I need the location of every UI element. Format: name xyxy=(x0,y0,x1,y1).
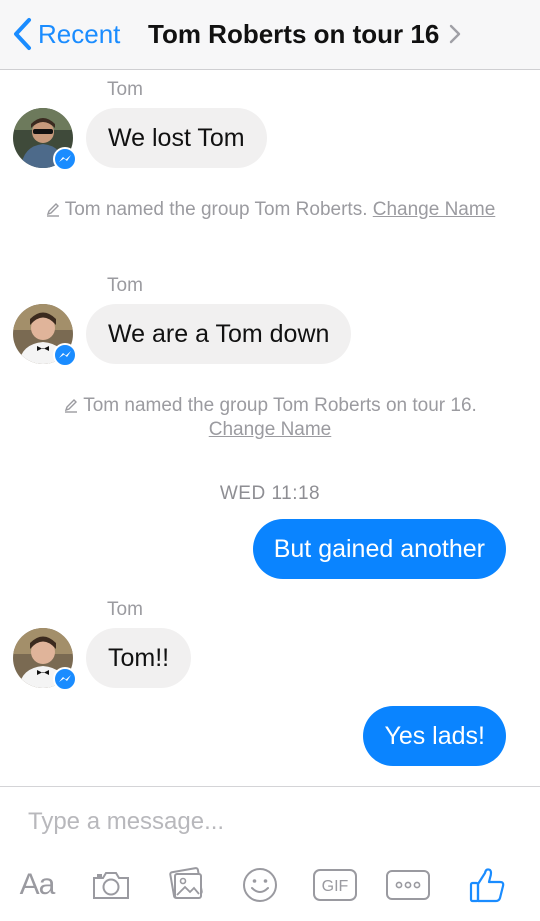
text-format-icon[interactable]: Aa xyxy=(14,862,60,908)
conversation-title: Tom Roberts on tour 16 xyxy=(148,18,440,49)
messenger-badge-icon xyxy=(53,667,77,691)
messenger-badge-icon xyxy=(53,147,77,171)
pencil-icon xyxy=(65,399,78,413)
chevron-left-icon xyxy=(14,18,31,50)
text-format-label: Aa xyxy=(19,868,56,901)
change-name-link[interactable]: Change Name xyxy=(209,419,332,440)
message-input[interactable] xyxy=(0,800,540,844)
message-timestamp: WED 11:18 xyxy=(219,483,321,504)
messenger-badge-icon xyxy=(53,343,77,367)
conversation-header: Recent Tom Roberts on tour 16 xyxy=(0,0,540,70)
back-button[interactable]: Recent xyxy=(12,14,120,54)
chevron-right-icon xyxy=(450,24,461,44)
system-message: Tom named the group Tom Roberts. Change … xyxy=(30,198,510,222)
incoming-message-bubble[interactable]: We are a Tom down xyxy=(86,304,352,364)
avatar[interactable] xyxy=(13,108,77,171)
back-label: Recent xyxy=(38,18,121,49)
change-name-link[interactable]: Change Name xyxy=(373,199,496,220)
conversation-title-button[interactable]: Tom Roberts on tour 16 xyxy=(148,14,461,54)
sender-name: Tom xyxy=(107,79,143,100)
gif-label: GIF xyxy=(322,878,349,895)
photo-gallery-icon[interactable] xyxy=(163,862,209,908)
gif-icon[interactable]: GIF xyxy=(310,862,360,908)
system-message-text: Tom named the group Tom Roberts. xyxy=(64,199,368,220)
outgoing-message-bubble[interactable]: Yes lads! xyxy=(363,706,506,766)
avatar[interactable] xyxy=(13,628,77,691)
system-message: Tom named the group Tom Roberts on tour … xyxy=(30,394,510,442)
incoming-message-bubble[interactable]: Tom!! xyxy=(86,628,192,688)
incoming-message-bubble[interactable]: We lost Tom xyxy=(86,108,267,168)
like-icon[interactable] xyxy=(464,862,510,908)
composer-divider xyxy=(0,786,540,787)
pencil-icon xyxy=(46,203,59,217)
more-icon[interactable] xyxy=(384,862,432,908)
camera-icon[interactable] xyxy=(88,862,134,908)
avatar[interactable] xyxy=(13,304,77,367)
sender-name: Tom xyxy=(107,275,143,296)
sender-name: Tom xyxy=(107,599,143,620)
system-message-text: Tom named the group Tom Roberts on tour … xyxy=(83,395,477,416)
emoji-icon[interactable] xyxy=(237,862,283,908)
outgoing-message-bubble[interactable]: But gained another xyxy=(252,519,506,579)
